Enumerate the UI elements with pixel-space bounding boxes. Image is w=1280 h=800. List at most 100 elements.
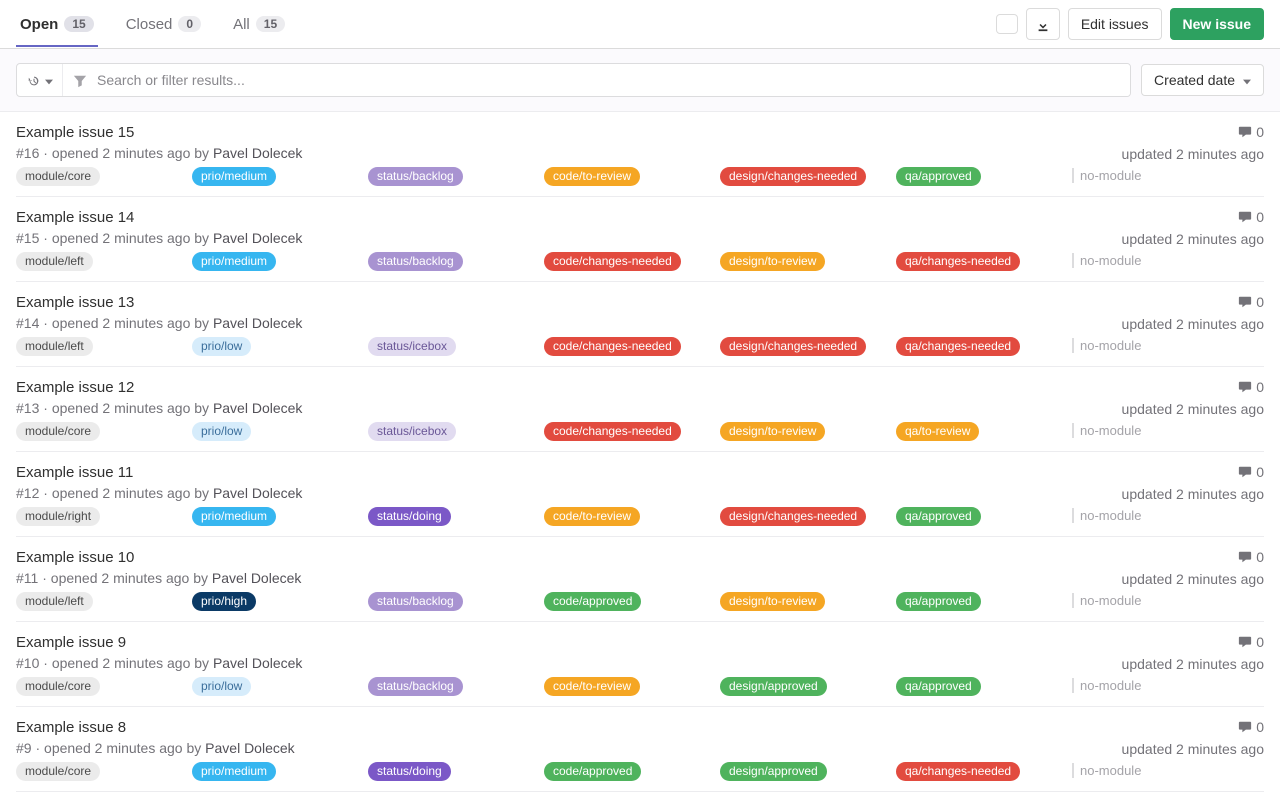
label[interactable]: qa/changes-needed bbox=[896, 252, 1020, 271]
label[interactable]: qa/to-review bbox=[896, 422, 979, 441]
label[interactable]: qa/approved bbox=[896, 592, 981, 611]
label[interactable]: qa/approved bbox=[896, 507, 981, 526]
label[interactable]: prio/medium bbox=[192, 762, 276, 781]
label[interactable]: prio/medium bbox=[192, 507, 276, 526]
label[interactable]: design/approved bbox=[720, 762, 827, 781]
tab-all[interactable]: All 15 bbox=[229, 2, 289, 47]
comments-count[interactable]: 0 bbox=[1238, 294, 1264, 310]
label[interactable]: status/icebox bbox=[368, 422, 456, 441]
issue-author-link[interactable]: Pavel Dolecek bbox=[213, 655, 303, 671]
download-icon bbox=[1036, 16, 1050, 32]
label[interactable]: prio/low bbox=[192, 677, 251, 696]
updated-time: updated 2 minutes ago bbox=[1122, 316, 1264, 332]
issue-author-link[interactable]: Pavel Dolecek bbox=[213, 485, 303, 501]
issue-author-link[interactable]: Pavel Dolecek bbox=[213, 230, 303, 246]
search-input[interactable] bbox=[97, 64, 1130, 96]
label[interactable]: module/left bbox=[16, 337, 93, 356]
tab-all-count: 15 bbox=[256, 16, 285, 32]
label[interactable]: module/core bbox=[16, 167, 100, 186]
label[interactable]: status/backlog bbox=[368, 592, 463, 611]
label[interactable]: design/approved bbox=[720, 677, 827, 696]
issue-tabs: Open 15 Closed 0 All 15 bbox=[16, 2, 289, 47]
label[interactable]: code/to-review bbox=[544, 167, 640, 186]
issue-meta: #16 · opened 2 minutes ago by Pavel Dole… bbox=[16, 145, 1072, 161]
tab-open[interactable]: Open 15 bbox=[16, 2, 98, 47]
label[interactable]: module/left bbox=[16, 252, 93, 271]
comments-count[interactable]: 0 bbox=[1238, 379, 1264, 395]
sort-dropdown[interactable]: Created date bbox=[1141, 64, 1264, 96]
comments-count[interactable]: 0 bbox=[1238, 634, 1264, 650]
issue-title-link[interactable]: Example issue 12 bbox=[16, 379, 1072, 396]
tab-all-label: All bbox=[233, 16, 250, 33]
label[interactable]: prio/low bbox=[192, 337, 251, 356]
export-button[interactable] bbox=[1026, 8, 1060, 40]
label[interactable]: status/icebox bbox=[368, 337, 456, 356]
label[interactable]: code/approved bbox=[544, 592, 641, 611]
label[interactable]: design/changes-needed bbox=[720, 337, 866, 356]
label[interactable]: qa/approved bbox=[896, 677, 981, 696]
label[interactable]: code/changes-needed bbox=[544, 337, 681, 356]
label[interactable]: status/backlog bbox=[368, 252, 463, 271]
issue-title-link[interactable]: Example issue 13 bbox=[16, 294, 1072, 311]
issue-title-link[interactable]: Example issue 8 bbox=[16, 719, 1072, 736]
label[interactable]: code/changes-needed bbox=[544, 422, 681, 441]
issue-labels: module/left prio/medium status/backlog code… bbox=[16, 252, 1072, 271]
comments-count[interactable]: 0 bbox=[1238, 719, 1264, 735]
sort-label: Created date bbox=[1154, 72, 1235, 88]
comments-count[interactable]: 0 bbox=[1238, 464, 1264, 480]
label[interactable]: prio/high bbox=[192, 592, 256, 611]
tab-closed[interactable]: Closed 0 bbox=[122, 2, 205, 47]
comments-count[interactable]: 0 bbox=[1238, 124, 1264, 140]
label[interactable]: status/backlog bbox=[368, 167, 463, 186]
rss-placeholder[interactable] bbox=[996, 14, 1018, 34]
label[interactable]: design/changes-needed bbox=[720, 167, 866, 186]
issue-title-link[interactable]: Example issue 15 bbox=[16, 124, 1072, 141]
label[interactable]: module/left bbox=[16, 592, 93, 611]
label[interactable]: prio/medium bbox=[192, 167, 276, 186]
label[interactable]: code/to-review bbox=[544, 507, 640, 526]
label[interactable]: qa/changes-needed bbox=[896, 762, 1020, 781]
issue-author-link[interactable]: Pavel Dolecek bbox=[213, 315, 303, 331]
issue-author-link[interactable]: Pavel Dolecek bbox=[212, 570, 302, 586]
issue-labels: module/core prio/medium status/doing code/a… bbox=[16, 762, 1072, 781]
issue-title-link[interactable]: Example issue 14 bbox=[16, 209, 1072, 226]
label[interactable]: qa/approved bbox=[896, 167, 981, 186]
edit-issues-button[interactable]: Edit issues bbox=[1068, 8, 1162, 40]
label[interactable]: module/core bbox=[16, 677, 100, 696]
label[interactable]: status/doing bbox=[368, 507, 451, 526]
label[interactable]: prio/low bbox=[192, 422, 251, 441]
label[interactable]: design/to-review bbox=[720, 252, 825, 271]
label[interactable]: code/to-review bbox=[544, 677, 640, 696]
comments-count[interactable]: 0 bbox=[1238, 549, 1264, 565]
issue-title-link[interactable]: Example issue 11 bbox=[16, 464, 1072, 481]
label[interactable]: module/right bbox=[16, 507, 100, 526]
label[interactable]: code/changes-needed bbox=[544, 252, 681, 271]
label[interactable]: status/doing bbox=[368, 762, 451, 781]
comments-count[interactable]: 0 bbox=[1238, 209, 1264, 225]
label[interactable]: qa/changes-needed bbox=[896, 337, 1020, 356]
issue-author-link[interactable]: Pavel Dolecek bbox=[205, 740, 295, 756]
label[interactable]: status/backlog bbox=[368, 677, 463, 696]
issue-labels: module/core prio/medium status/backlog code… bbox=[16, 167, 1072, 186]
issue-author-link[interactable]: Pavel Dolecek bbox=[213, 400, 303, 416]
label[interactable]: design/changes-needed bbox=[720, 507, 866, 526]
updated-time: updated 2 minutes ago bbox=[1122, 401, 1264, 417]
label[interactable]: design/to-review bbox=[720, 422, 825, 441]
issue-title-link[interactable]: Example issue 9 bbox=[16, 634, 1072, 651]
new-issue-button[interactable]: New issue bbox=[1170, 8, 1264, 40]
label[interactable]: prio/medium bbox=[192, 252, 276, 271]
label[interactable]: design/to-review bbox=[720, 592, 825, 611]
issue-labels: module/left prio/high status/backlog code/a… bbox=[16, 592, 1072, 611]
issue-labels: module/core prio/low status/icebox code/cha… bbox=[16, 422, 1072, 441]
recent-searches-button[interactable] bbox=[17, 64, 63, 96]
issue-meta: #12 · opened 2 minutes ago by Pavel Dole… bbox=[16, 485, 1072, 501]
updated-time: updated 2 minutes ago bbox=[1122, 741, 1264, 757]
chevron-down-icon bbox=[1243, 72, 1251, 88]
issue-meta: #13 · opened 2 minutes ago by Pavel Dole… bbox=[16, 400, 1072, 416]
label[interactable]: module/core bbox=[16, 422, 100, 441]
label[interactable]: code/approved bbox=[544, 762, 641, 781]
issue-title-link[interactable]: Example issue 10 bbox=[16, 549, 1072, 566]
issue-author-link[interactable]: Pavel Dolecek bbox=[213, 145, 303, 161]
label[interactable]: module/core bbox=[16, 762, 100, 781]
issue-row: Example issue 12 #13 · opened 2 minutes a… bbox=[16, 367, 1264, 452]
